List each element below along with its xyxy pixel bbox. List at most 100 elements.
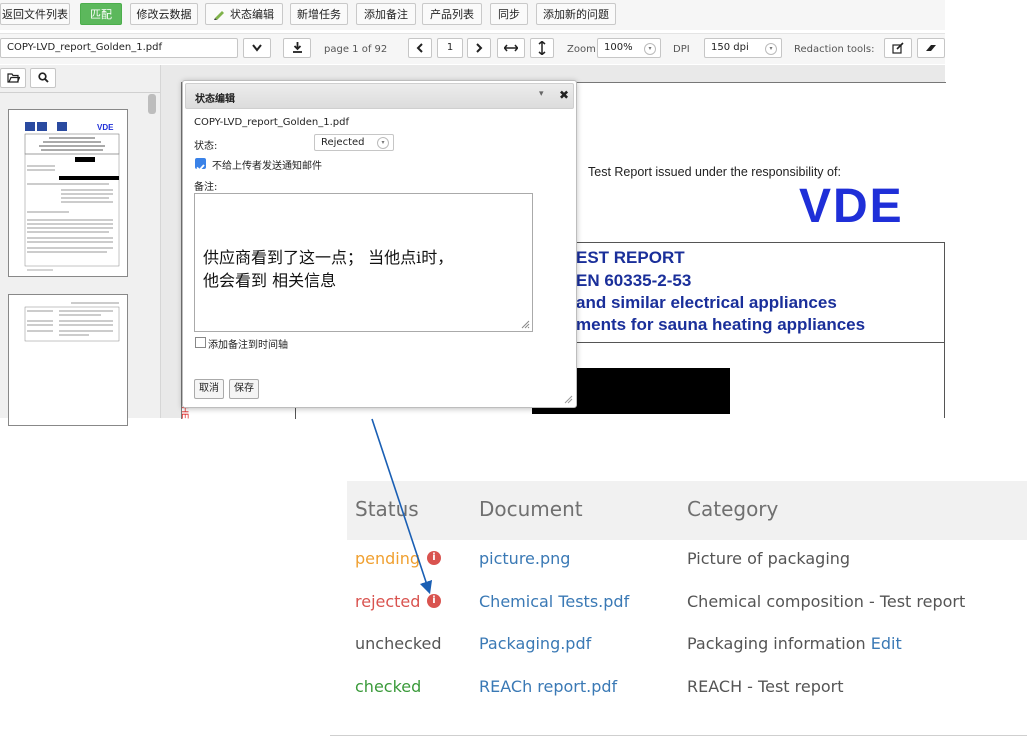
document-column-header[interactable]: Document: [479, 497, 583, 521]
document-link[interactable]: REACh report.pdf: [479, 677, 617, 696]
download-button[interactable]: [283, 38, 311, 58]
fit-height-button[interactable]: [530, 38, 554, 58]
zoom-value: 100%: [604, 42, 633, 53]
chevron-down-icon: [252, 44, 262, 52]
chevron-left-icon: [416, 43, 423, 53]
zoom-select[interactable]: 100% ▾: [597, 38, 661, 58]
category-column-header[interactable]: Category: [687, 497, 778, 521]
category-text: REACH - Test report: [687, 677, 844, 696]
panel-divider: [0, 92, 160, 93]
status-unchecked: unchecked: [355, 634, 442, 653]
thumbnail-panel: VDE: [0, 65, 161, 426]
category-text: Packaging information Edit: [687, 634, 902, 653]
document-link[interactable]: picture.png: [479, 549, 570, 568]
fit-width-icon: [503, 44, 519, 52]
report-title-line4: ments for sauna heating appliances: [576, 315, 866, 334]
resize-handle-icon[interactable]: [521, 320, 530, 329]
caret-down-icon: ▾: [644, 43, 656, 55]
page-thumbnail-1[interactable]: VDE: [8, 109, 128, 277]
fit-height-icon: [538, 40, 546, 56]
status-pending: pending: [355, 549, 421, 568]
search-button[interactable]: [30, 68, 56, 88]
eraser-icon: [926, 45, 936, 51]
thumbnail-scrollbar[interactable]: [148, 94, 156, 114]
notes-text-line2: 他会看到 相关信息: [203, 271, 337, 290]
download-icon: [292, 42, 302, 53]
notes-text-line1: 供应商看到了这一点； 当他点i时，: [203, 248, 454, 267]
prev-page-button[interactable]: [408, 38, 432, 58]
dialog-title: 状态编辑: [195, 94, 235, 105]
status-edit-dialog: 状态编辑 ▾ ✖ COPY-LVD_report_Golden_1.pdf 状态…: [182, 80, 577, 408]
redaction-label: Redaction tools:: [794, 44, 875, 55]
thumbnail-page-image: [24, 302, 120, 342]
open-folder-button[interactable]: [0, 68, 26, 88]
zoom-label: Zoom: [567, 44, 596, 55]
report-title-line3: and similar electrical appliances: [576, 293, 837, 312]
no-email-label: 不给上传者发送通知邮件: [212, 161, 322, 172]
timeline-label: 添加备注到时间轴: [208, 340, 288, 351]
back-to-file-list-button[interactable]: 返回文件列表: [0, 3, 70, 25]
next-page-button[interactable]: [467, 38, 491, 58]
dpi-select[interactable]: 150 dpi ▾: [704, 38, 782, 58]
save-button[interactable]: 保存: [229, 379, 259, 399]
no-email-checkbox[interactable]: [195, 158, 206, 172]
dpi-label: DPI: [673, 44, 690, 55]
thumbnail-page-image: VDE: [24, 122, 120, 271]
document-table-panel: [330, 418, 1027, 738]
page-number-input[interactable]: 1: [437, 38, 463, 58]
status-select-value: Rejected: [321, 137, 365, 148]
info-icon[interactable]: i: [427, 551, 441, 565]
edit-link[interactable]: Edit: [871, 634, 902, 653]
edit-cloud-data-button[interactable]: 修改云数据: [130, 3, 198, 25]
table-bottom-border: [330, 735, 1027, 736]
folder-open-icon: [6, 73, 20, 83]
caret-down-icon: ▾: [377, 137, 389, 149]
status-rejected: rejected: [355, 592, 421, 611]
match-button[interactable]: 匹配: [80, 3, 122, 25]
file-dropdown-button[interactable]: [243, 38, 271, 58]
page-thumbnail-2[interactable]: [8, 294, 128, 426]
dialog-resize-icon[interactable]: [563, 394, 573, 404]
timeline-checkbox[interactable]: [195, 337, 206, 348]
dialog-filename: COPY-LVD_report_Golden_1.pdf: [194, 117, 349, 128]
notes-label: 备注:: [194, 182, 218, 193]
viewer-toolbar: COPY-LVD_report_Golden_1.pdf page 1 of 9…: [0, 33, 945, 64]
category-text: Picture of packaging: [687, 549, 851, 568]
fit-width-button[interactable]: [497, 38, 525, 58]
status-edit-button[interactable]: 状态编辑: [205, 3, 283, 25]
eraser-button[interactable]: [917, 38, 945, 58]
main-toolbar: 返回文件列表 匹配 修改云数据 状态编辑 新增任务 添加备注 产品列表 同步 添…: [0, 0, 945, 30]
chevron-right-icon: [476, 43, 483, 53]
document-link[interactable]: Packaging.pdf: [479, 634, 591, 653]
pencil-icon: [214, 11, 224, 20]
add-note-button[interactable]: 添加备注: [356, 3, 416, 25]
document-link[interactable]: Chemical Tests.pdf: [479, 592, 629, 611]
notes-textarea[interactable]: 供应商看到了这一点； 当他点i时， 他会看到 相关信息: [194, 193, 533, 332]
close-icon[interactable]: ✖: [559, 88, 569, 102]
search-icon: [37, 72, 49, 83]
status-label: 状态:: [194, 141, 218, 152]
cancel-button[interactable]: 取消: [194, 379, 224, 399]
new-task-button[interactable]: 新增任务: [290, 3, 348, 25]
info-icon[interactable]: i: [427, 594, 441, 608]
redaction-pencil-button[interactable]: [884, 38, 912, 58]
caret-down-icon: ▾: [765, 43, 777, 55]
sync-button[interactable]: 同步: [490, 3, 528, 25]
status-select[interactable]: Rejected ▾: [314, 134, 394, 151]
report-title-line2: EN 60335-2-53: [576, 271, 692, 290]
status-column-header[interactable]: Status: [355, 497, 419, 521]
collapse-icon[interactable]: ▾: [539, 89, 544, 99]
dialog-header[interactable]: 状态编辑 ▾ ✖: [185, 83, 574, 109]
category-text: Chemical composition - Test report: [687, 592, 966, 611]
edit-icon: [892, 42, 904, 54]
svg-text:VDE: VDE: [97, 123, 114, 132]
issued-under-text: Test Report issued under the responsibil…: [588, 165, 841, 179]
file-select[interactable]: COPY-LVD_report_Golden_1.pdf: [0, 38, 238, 58]
checkmark-icon: [196, 164, 205, 172]
product-list-button[interactable]: 产品列表: [422, 3, 482, 25]
status-checked: checked: [355, 677, 422, 696]
page-count: page 1 of 92: [324, 44, 388, 55]
category-label: Packaging information: [687, 634, 866, 653]
add-new-issue-button[interactable]: 添加新的问题: [536, 3, 616, 25]
status-edit-label: 状态编辑: [230, 8, 274, 21]
